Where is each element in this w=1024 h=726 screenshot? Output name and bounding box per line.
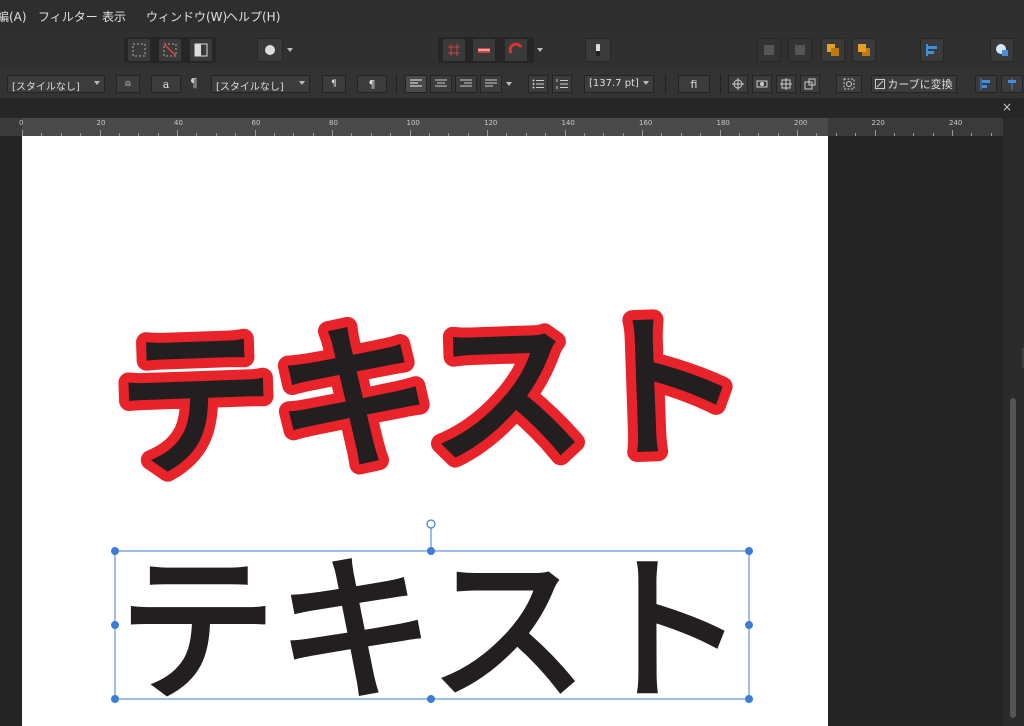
vertical-scrollbar[interactable]	[1003, 118, 1024, 726]
handle-bottom-left[interactable]	[111, 695, 119, 703]
handle-top-left[interactable]	[111, 547, 119, 555]
rotation-handle[interactable]	[426, 519, 436, 529]
handle-middle-left[interactable]	[111, 621, 119, 629]
handle-bottom-center[interactable]	[427, 695, 435, 703]
handle-top-right[interactable]	[745, 547, 753, 555]
handle-top-center[interactable]	[427, 547, 435, 555]
handle-bottom-right[interactable]	[745, 695, 753, 703]
outlined-text-object[interactable]: テキスト	[104, 285, 757, 511]
artwork-layer: テキスト テキスト	[104, 285, 757, 724]
handle-middle-right[interactable]	[745, 621, 753, 629]
scrollbar-thumb[interactable]	[1010, 398, 1016, 718]
